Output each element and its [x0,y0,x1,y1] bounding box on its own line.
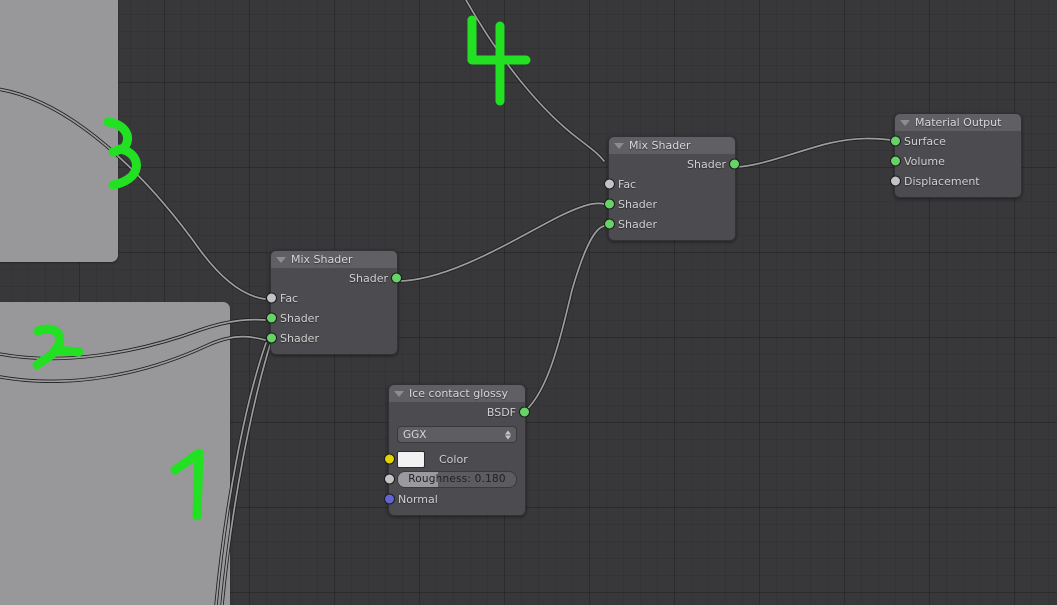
node-body: Shader Fac Shader Shader [266,268,402,354]
input-socket-row-shader-2[interactable]: Shader [604,214,735,234]
socket-input-fac[interactable] [604,178,615,190]
input-socket-row-color[interactable]: Color [384,449,525,469]
node-title: Mix Shader [629,139,691,152]
input-socket-row-displacement[interactable]: Displacement [890,171,1021,191]
node-title: Mix Shader [291,253,353,266]
input-socket-row-shader-1[interactable]: Shader [266,308,397,328]
roughness-label: Roughness: [408,473,472,485]
output-label: BSDF [486,405,516,419]
node-header[interactable]: Mix Shader [609,137,735,154]
socket-input-fac[interactable] [266,292,277,304]
socket-input-shader-2[interactable] [604,218,615,230]
socket-input-displacement[interactable] [890,175,901,187]
socket-output-shader[interactable] [391,272,402,284]
input-socket-row-surface[interactable]: Surface [890,131,1021,151]
distribution-dropdown-wrap: GGX [389,422,525,449]
input-label: Surface [904,134,946,148]
node-header[interactable]: Material Output [895,114,1021,131]
node-title: Ice contact glossy [409,387,508,400]
input-label: Shader [280,311,319,325]
input-label: Fac [618,177,637,191]
output-socket-row-shader[interactable]: Shader [609,154,740,174]
collapse-triangle-icon[interactable] [614,142,624,149]
node-header[interactable]: Ice contact glossy [389,385,525,402]
roughness-value: 0.180 [474,473,506,485]
input-label: Fac [280,291,299,305]
chevron-updown-icon[interactable] [505,430,511,439]
socket-input-roughness[interactable] [384,473,395,485]
input-socket-row-shader-1[interactable]: Shader [604,194,735,214]
offscreen-node-slab-lower[interactable] [0,302,230,605]
node-mix-shader-1[interactable]: Mix Shader Shader Fac Shader Shader [266,250,402,355]
node-body: Shader Fac Shader Shader [604,154,740,240]
node-title: Material Output [915,116,1002,129]
node-header[interactable]: Mix Shader [271,251,397,268]
input-label: Shader [618,197,657,211]
input-socket-row-fac[interactable]: Fac [604,174,735,194]
offscreen-node-slab-upper[interactable] [0,0,118,262]
output-label: Shader [349,271,388,285]
input-label: Displacement [904,174,980,188]
socket-input-color[interactable] [384,453,395,465]
node-body: Surface Volume Displacement [890,131,1021,197]
input-label: Shader [280,331,319,345]
input-socket-row-roughness[interactable]: Roughness: 0.180 [384,469,525,489]
socket-input-shader-1[interactable] [266,312,277,324]
input-label: Shader [618,217,657,231]
input-socket-row-normal[interactable]: Normal [384,489,525,509]
socket-output-shader[interactable] [729,158,740,170]
output-socket-row-shader[interactable]: Shader [271,268,402,288]
roughness-slider[interactable]: Roughness: 0.180 [397,470,517,488]
color-swatch[interactable] [397,450,425,468]
socket-input-shader-2[interactable] [266,332,277,344]
input-socket-row-shader-2[interactable]: Shader [266,328,397,348]
node-mix-shader-2[interactable]: Mix Shader Shader Fac Shader Shader [604,136,740,241]
node-editor-canvas[interactable]: Mix Shader Shader Fac Shader Shader Mix … [0,0,1057,605]
annotation-mark-4 [467,15,531,106]
output-socket-row-bsdf[interactable]: BSDF [389,402,530,422]
node-material-output[interactable]: Material Output Surface Volume Displacem… [890,113,1022,198]
normal-label: Normal [398,492,438,506]
collapse-triangle-icon[interactable] [900,119,910,126]
distribution-dropdown[interactable]: GGX [397,426,517,443]
distribution-value: GGX [403,428,427,441]
node-ice-contact-glossy[interactable]: Ice contact glossy BSDF GGX Color Roughn… [384,384,530,516]
socket-input-surface[interactable] [890,135,901,147]
input-label: Volume [904,154,945,168]
roughness-slider-text: Roughness: 0.180 [408,473,505,485]
input-socket-row-fac[interactable]: Fac [266,288,397,308]
color-label: Color [439,452,468,466]
node-body: BSDF GGX Color Roughness: 0.180 Normal [384,402,530,515]
socket-input-shader-1[interactable] [604,198,615,210]
collapse-triangle-icon[interactable] [394,390,404,397]
collapse-triangle-icon[interactable] [276,256,286,263]
socket-output-bsdf[interactable] [519,406,530,418]
socket-input-normal[interactable] [384,493,395,505]
socket-input-volume[interactable] [890,155,901,167]
output-label: Shader [687,157,726,171]
input-socket-row-volume[interactable]: Volume [890,151,1021,171]
